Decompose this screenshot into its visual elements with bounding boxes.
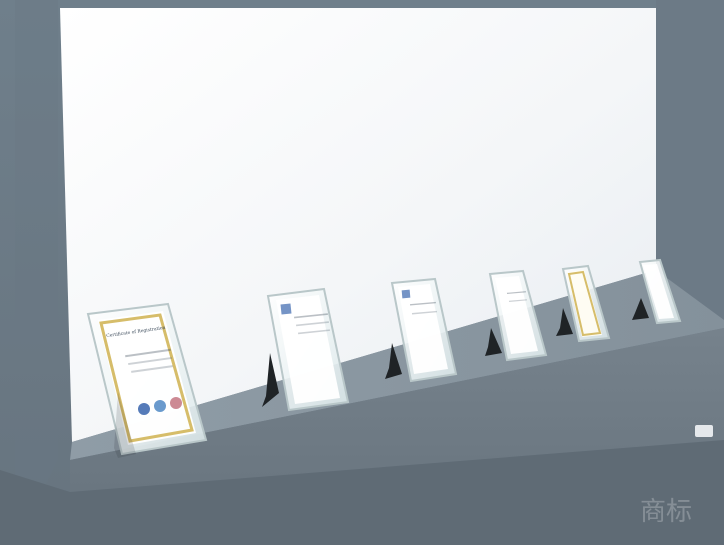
certificate-display-photo: Certificate of Registration 商标 [0,0,724,545]
watermark-text: 商标 [640,497,692,527]
watermark: 商标 [640,497,692,527]
left-edge-shadow [15,0,58,545]
vent [695,425,713,437]
